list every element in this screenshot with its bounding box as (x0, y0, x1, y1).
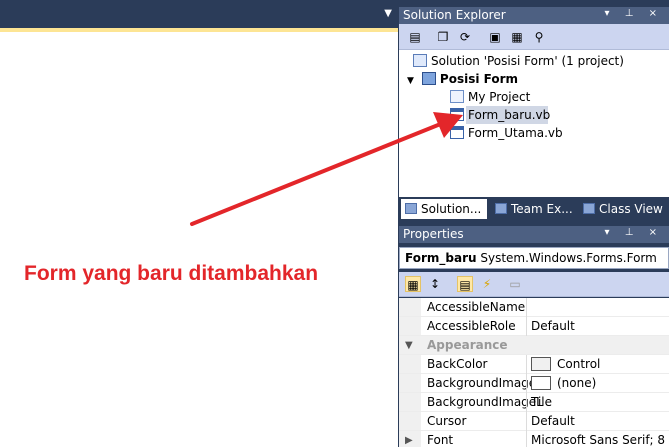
annotation-arrow (190, 112, 463, 226)
arrow-shaft (190, 119, 450, 226)
